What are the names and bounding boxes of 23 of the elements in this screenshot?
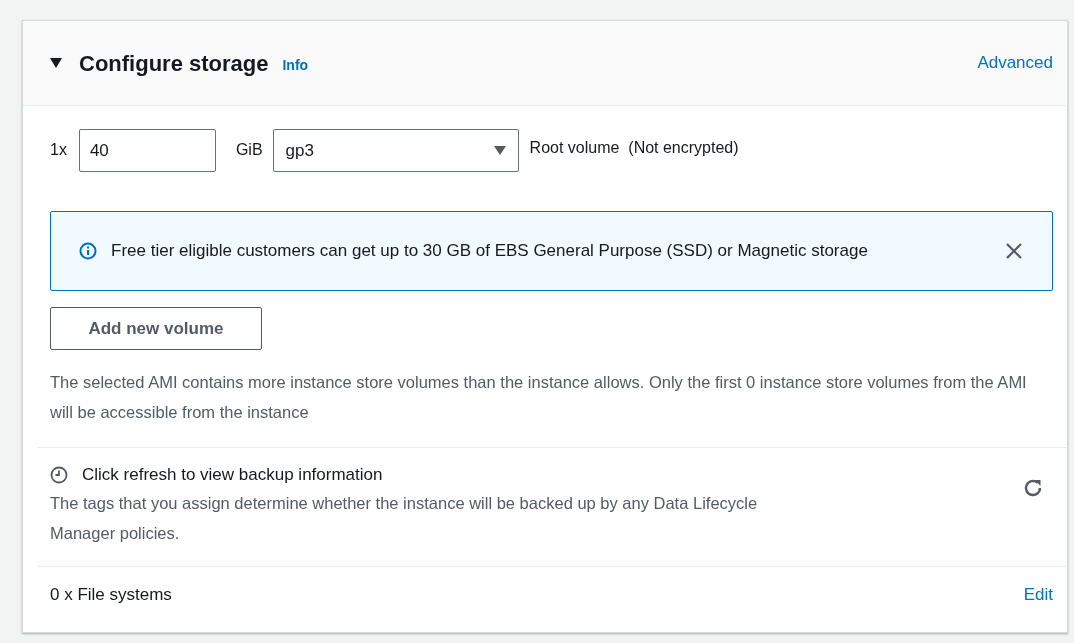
- volume-type-select[interactable]: gp3: [272, 129, 519, 172]
- info-link[interactable]: Info: [282, 54, 309, 76]
- info-icon: [79, 242, 97, 260]
- backup-title: Click refresh to view backup information: [82, 464, 383, 486]
- advanced-link[interactable]: Advanced: [977, 50, 1053, 76]
- close-button[interactable]: [1004, 241, 1024, 261]
- clock-icon: [50, 465, 68, 484]
- root-volume-label: Root volume (Not encrypted): [529, 138, 739, 158]
- dropdown-caret-icon: [493, 146, 506, 155]
- close-icon: [1005, 242, 1023, 260]
- instance-store-note: The selected AMI contains more instance store volumes than the instance allows. Only the first 0 instance store volumes from the AMI will be accessible from the instance: [50, 372, 1028, 423]
- caret-icon: [50, 58, 62, 68]
- edit-link[interactable]: Edit: [1023, 581, 1053, 607]
- unit-label: GiB: [235, 140, 263, 160]
- collapse-toggle[interactable]: [49, 56, 63, 70]
- add-volume-button[interactable]: Add new volume: [50, 307, 262, 350]
- backup-description: The tags that you assign determine whether the instance will be backed up by any Data Lifecycle Manager policies.: [50, 492, 759, 544]
- volume-count: 1x: [50, 140, 67, 160]
- file-systems-label: 0 x File systems: [50, 583, 172, 606]
- section-title: Configure storage: [79, 49, 269, 78]
- size-input-field[interactable]: 40: [78, 129, 216, 172]
- refresh-icon: [1022, 477, 1044, 499]
- alert-message: Free tier eligible customers can get up to 30 GB of EBS General Purpose (SSD) or Magnetic storage: [111, 240, 868, 263]
